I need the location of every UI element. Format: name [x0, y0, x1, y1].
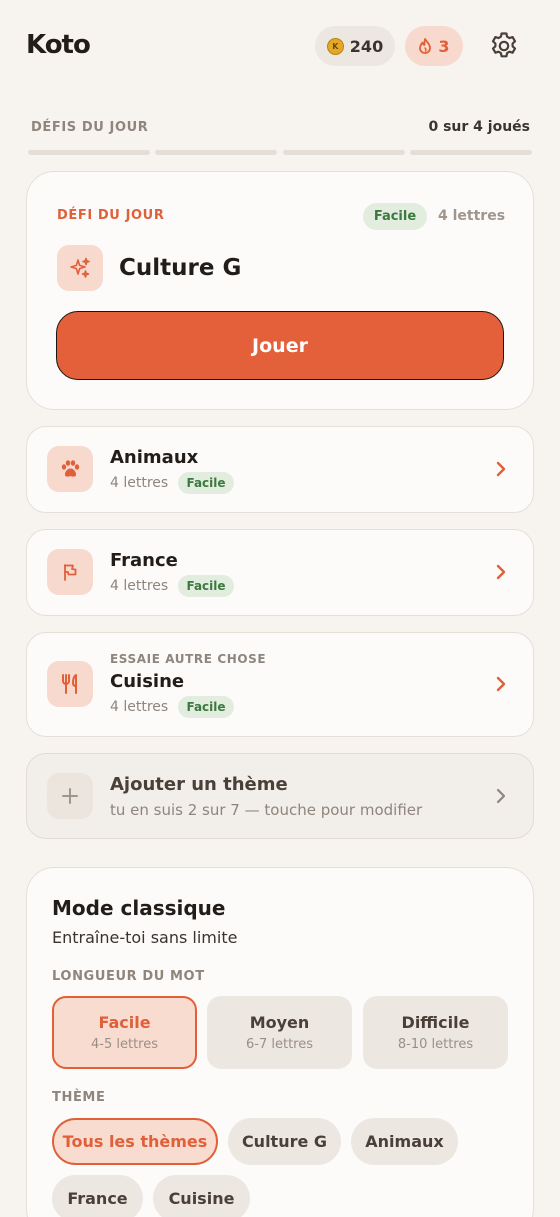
theme-chip-all[interactable]: Tous les thèmes — [52, 1118, 218, 1165]
paw-icon — [61, 460, 80, 477]
theme-row-cuisine[interactable] — [26, 632, 534, 737]
daily-challenge-tag: DÉFI DU JOUR — [57, 208, 165, 223]
coins-count: 240 — [349, 36, 384, 56]
difficulty-badge: Facile — [178, 575, 234, 597]
length-option-hard[interactable]: Difficile 8-10 lettres — [363, 996, 508, 1069]
length-option-name: Facile — [98, 1013, 151, 1032]
add-theme-title: Ajouter un thème — [110, 774, 288, 795]
theme-chip-culture-g[interactable]: Culture G — [228, 1118, 341, 1165]
length-option-range: 6-7 lettres — [246, 1037, 313, 1052]
add-theme-subtitle: tu en suis 2 sur 7 — touche pour modifie… — [110, 801, 423, 819]
theme-kicker: ESSAIE AUTRE CHOSE — [110, 652, 267, 666]
daily-icon-tile — [57, 245, 103, 291]
daily-progress-label: DÉFIS DU JOUR — [31, 120, 149, 135]
flag-icon — [64, 564, 77, 581]
theme-title: France — [110, 550, 178, 571]
daily-challenge-title: Culture G — [119, 255, 242, 281]
difficulty-badge: Facile — [178, 472, 234, 494]
coin-icon: K — [326, 37, 344, 55]
app-logo: Koto — [26, 30, 91, 60]
length-option-easy[interactable]: Facile 4-5 lettres — [52, 996, 197, 1069]
progress-segment-2 — [155, 150, 277, 155]
chevron-right-icon — [496, 676, 506, 692]
add-theme-row[interactable] — [26, 753, 534, 839]
theme-chip-france[interactable]: France — [52, 1175, 143, 1217]
sparkles-icon — [70, 257, 90, 278]
theme-title: Cuisine — [110, 671, 185, 692]
chevron-right-icon — [496, 564, 506, 580]
plus-icon — [62, 788, 78, 804]
streak-pill[interactable]: 3 — [405, 26, 463, 66]
theme-chip-animaux[interactable]: Animaux — [351, 1118, 458, 1165]
progress-segment-1 — [28, 150, 150, 155]
theme-icon-tile — [47, 549, 93, 595]
theme-chip-cuisine[interactable]: Cuisine — [153, 1175, 250, 1217]
length-option-name: Moyen — [249, 1013, 310, 1032]
letters-count: 4 lettres — [438, 208, 506, 224]
progress-segment-3 — [283, 150, 405, 155]
length-option-medium[interactable]: Moyen 6-7 lettres — [207, 996, 352, 1069]
theme-section-label: THÈME — [52, 1090, 106, 1105]
flame-icon — [419, 38, 432, 54]
chevron-right-icon — [496, 788, 506, 804]
progress-segment-4 — [410, 150, 532, 155]
length-option-range: 4-5 lettres — [91, 1037, 158, 1052]
difficulty-badge: Facile — [363, 203, 427, 230]
add-icon-tile — [47, 773, 93, 819]
theme-icon-tile — [47, 446, 93, 492]
theme-icon-tile — [47, 661, 93, 707]
classic-mode-title: Mode classique — [52, 896, 226, 920]
theme-title: Animaux — [110, 447, 199, 468]
theme-row-france[interactable] — [26, 529, 534, 616]
streak-count: 3 — [438, 36, 450, 56]
theme-row-animaux[interactable] — [26, 426, 534, 513]
chevron-right-icon — [496, 461, 506, 477]
coins-pill[interactable]: K 240 — [315, 26, 395, 66]
difficulty-badge: Facile — [178, 696, 234, 718]
gear-icon[interactable] — [488, 30, 520, 62]
play-button[interactable]: Jouer — [56, 311, 504, 380]
length-option-name: Difficile — [401, 1013, 470, 1032]
length-option-range: 8-10 lettres — [397, 1037, 474, 1052]
utensils-icon — [62, 674, 77, 694]
theme-letters: 4 lettres — [110, 475, 169, 491]
theme-letters: 4 lettres — [110, 578, 169, 594]
theme-letters: 4 lettres — [110, 699, 169, 715]
classic-mode-subtitle: Entraîne-toi sans limite — [52, 928, 238, 947]
length-section-label: LONGUEUR DU MOT — [52, 969, 205, 984]
daily-progress-count: 0 sur 4 joués — [428, 119, 530, 135]
